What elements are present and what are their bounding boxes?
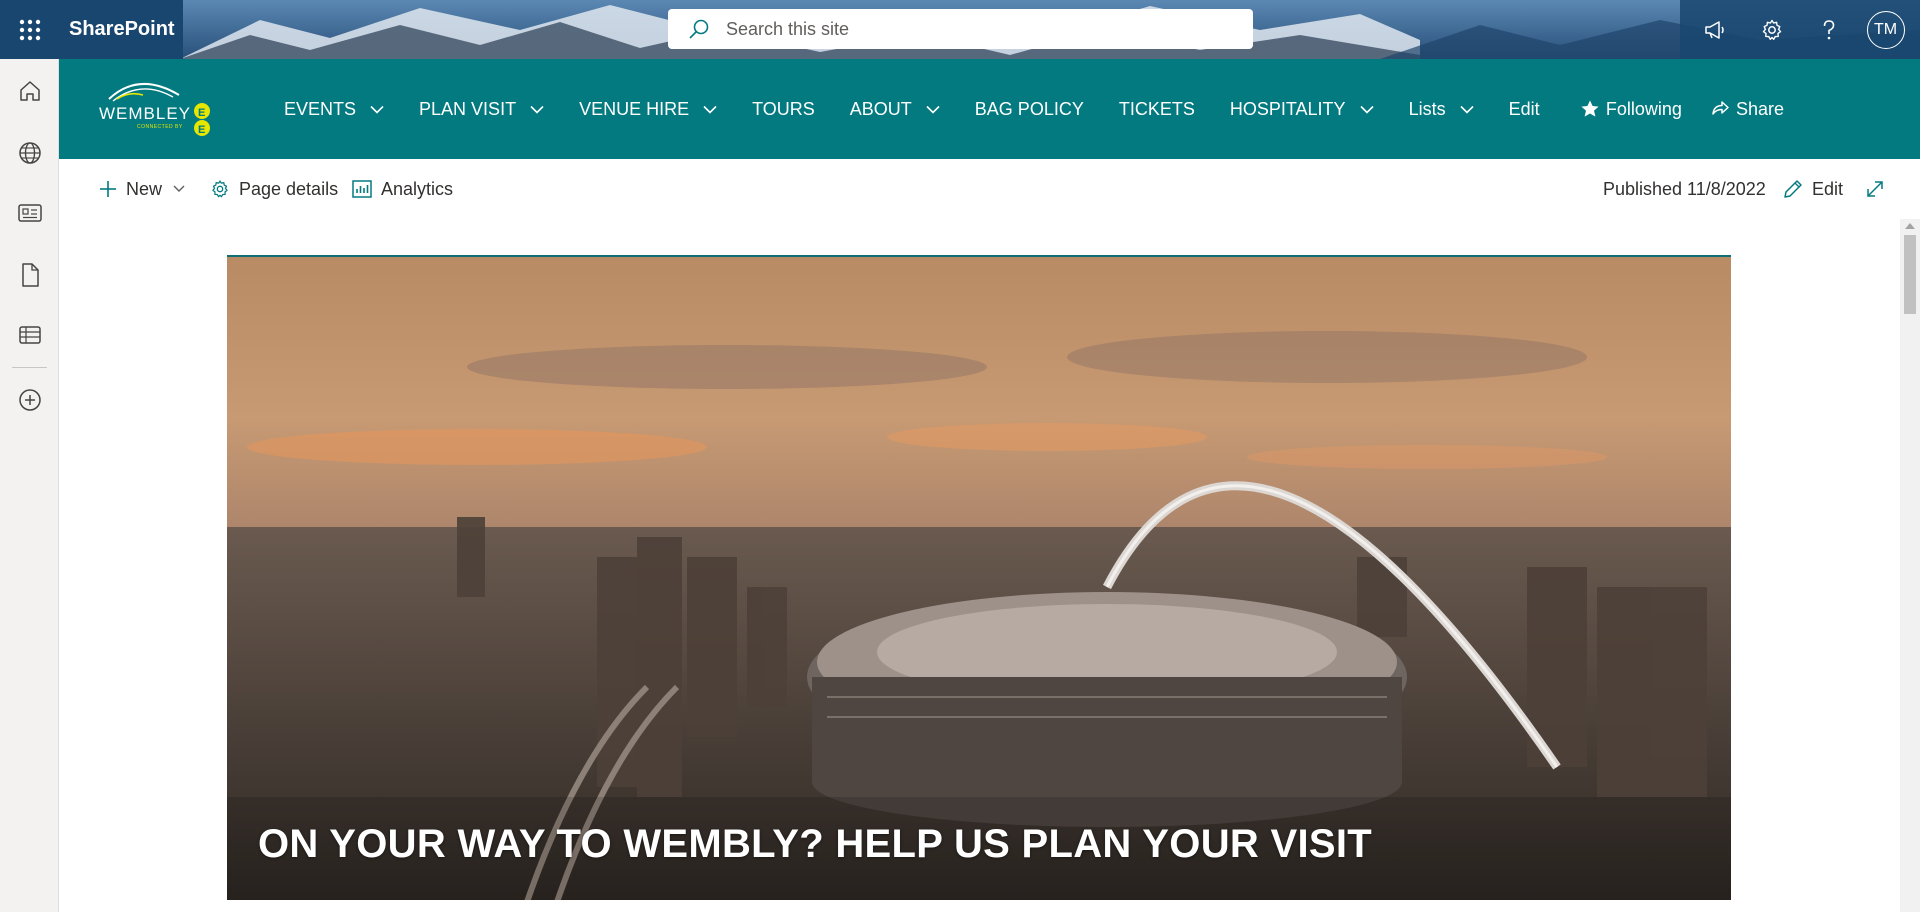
nav-item-label: EVENTS bbox=[284, 98, 357, 119]
chevron-down-icon bbox=[1460, 105, 1474, 114]
published-status: Published 11/8/2022 bbox=[1603, 179, 1766, 199]
chevron-down-icon bbox=[530, 105, 544, 114]
new-label: New bbox=[126, 178, 163, 199]
nav-item-label: TOURS bbox=[752, 98, 815, 119]
plus-icon bbox=[100, 181, 116, 197]
hero-banner[interactable]: ON YOUR WAY TO WEMBLY? HELP US PLAN YOUR… bbox=[227, 255, 1731, 900]
nav-item-hospitality[interactable]: HOSPITALITY bbox=[1230, 99, 1374, 120]
following-button[interactable]: Following bbox=[1580, 99, 1682, 120]
news-icon bbox=[18, 204, 42, 222]
edit-page-button[interactable]: Edit bbox=[1783, 159, 1843, 219]
analytics-label: Analytics bbox=[381, 178, 454, 199]
help-button[interactable] bbox=[1809, 10, 1849, 50]
sharepoint-brand[interactable]: SharePoint bbox=[59, 0, 183, 59]
command-bar: New Page details Analytics Published 11/… bbox=[59, 159, 1920, 219]
globe-icon bbox=[19, 142, 41, 164]
share-label: Share bbox=[1735, 98, 1784, 119]
chevron-down-icon bbox=[926, 105, 940, 114]
new-button[interactable]: New bbox=[99, 159, 194, 219]
following-label: Following bbox=[1605, 98, 1682, 119]
search-icon bbox=[689, 19, 709, 39]
app-bar bbox=[0, 59, 59, 912]
logo-subtext: CONNECTED BY bbox=[137, 124, 183, 130]
analytics-icon bbox=[352, 180, 372, 198]
file-icon bbox=[22, 263, 39, 287]
chevron-down-icon bbox=[1359, 105, 1374, 114]
analytics-button[interactable]: Analytics bbox=[352, 159, 453, 219]
scroll-up-arrow-icon[interactable] bbox=[1905, 223, 1915, 229]
nav-item-lists[interactable]: Lists bbox=[1409, 99, 1474, 120]
share-button[interactable]: Share bbox=[1710, 99, 1784, 120]
nav-item-label: ABOUT bbox=[849, 98, 912, 119]
nav-item-label: BAG POLICY bbox=[974, 98, 1084, 119]
nav-item-label: HOSPITALITY bbox=[1229, 98, 1346, 119]
nav-item-bag-policy[interactable]: BAG POLICY bbox=[975, 99, 1084, 120]
notifications-button[interactable] bbox=[1695, 10, 1735, 50]
chevron-down-icon bbox=[703, 105, 717, 114]
waffle-icon bbox=[19, 19, 40, 40]
nav-item-tickets[interactable]: TICKETS bbox=[1119, 99, 1195, 120]
site-logo[interactable]: WEMBLEY CONNECTED BY EE bbox=[99, 77, 217, 141]
app-bar-news[interactable] bbox=[9, 192, 51, 234]
add-icon bbox=[19, 389, 41, 411]
nav-item-tours[interactable]: TOURS bbox=[752, 99, 815, 120]
page-scrollbar[interactable] bbox=[1900, 219, 1920, 912]
app-bar-sites[interactable] bbox=[9, 132, 51, 174]
nav-item-label: VENUE HIRE bbox=[579, 98, 690, 119]
chevron-down-icon bbox=[173, 185, 185, 192]
nav-item-plan-visit[interactable]: PLAN VISIT bbox=[419, 99, 544, 120]
logo-wordmark: WEMBLEY bbox=[99, 104, 192, 123]
avatar: TM bbox=[1866, 10, 1905, 49]
app-bar-lists[interactable] bbox=[9, 314, 51, 356]
nav-item-events[interactable]: EVENTS bbox=[284, 99, 384, 120]
nav-item-label: PLAN VISIT bbox=[419, 98, 517, 119]
hero-image bbox=[227, 257, 1731, 900]
expand-button[interactable] bbox=[1865, 159, 1894, 219]
expand-icon bbox=[1867, 181, 1883, 197]
nav-item-venue-hire[interactable]: VENUE HIRE bbox=[579, 99, 717, 120]
logo-partner-letters: EE bbox=[198, 107, 206, 136]
gear-icon bbox=[212, 180, 228, 198]
scrollbar-thumb[interactable] bbox=[1904, 235, 1916, 314]
nav-item-edit[interactable]: Edit bbox=[1509, 99, 1540, 120]
hub-navigation: WEMBLEY CONNECTED BY EE EVENTS PLAN VISI… bbox=[59, 59, 1920, 159]
search-input[interactable] bbox=[724, 17, 1208, 41]
suite-bar: SharePoint TM bbox=[0, 0, 1920, 59]
app-bar-divider bbox=[12, 367, 47, 368]
page-details-label: Page details bbox=[239, 178, 339, 199]
suite-bar-actions: TM bbox=[1680, 0, 1920, 59]
help-icon bbox=[1823, 19, 1834, 39]
page-details-button[interactable]: Page details bbox=[210, 159, 338, 219]
app-bar-create[interactable] bbox=[9, 379, 51, 421]
home-icon bbox=[20, 81, 40, 101]
megaphone-icon bbox=[1704, 20, 1724, 39]
nav-item-label: TICKETS bbox=[1118, 98, 1195, 119]
settings-button[interactable] bbox=[1752, 10, 1792, 50]
app-bar-home[interactable] bbox=[9, 70, 51, 112]
app-bar-files[interactable] bbox=[9, 254, 51, 296]
gear-icon bbox=[1762, 19, 1781, 40]
app-launcher-button[interactable] bbox=[0, 0, 59, 59]
share-icon bbox=[1712, 101, 1729, 115]
star-icon bbox=[1581, 100, 1599, 117]
pencil-icon bbox=[1784, 180, 1802, 198]
nav-item-label: Lists bbox=[1408, 98, 1446, 119]
nav-item-label: Edit bbox=[1508, 98, 1540, 119]
nav-item-about[interactable]: ABOUT bbox=[850, 99, 940, 120]
hub-nav-items: EVENTS PLAN VISIT VENUE HIRE TOURS ABOUT… bbox=[284, 59, 1575, 159]
list-icon bbox=[19, 326, 41, 344]
search-box[interactable] bbox=[668, 9, 1253, 49]
edit-label: Edit bbox=[1812, 178, 1844, 199]
hero-title: ON YOUR WAY TO WEMBLY? HELP US PLAN YOUR… bbox=[258, 822, 1372, 866]
account-button[interactable]: TM bbox=[1866, 10, 1906, 50]
hub-nav-actions: Following Share bbox=[1552, 59, 1784, 159]
chevron-down-icon bbox=[370, 105, 384, 114]
